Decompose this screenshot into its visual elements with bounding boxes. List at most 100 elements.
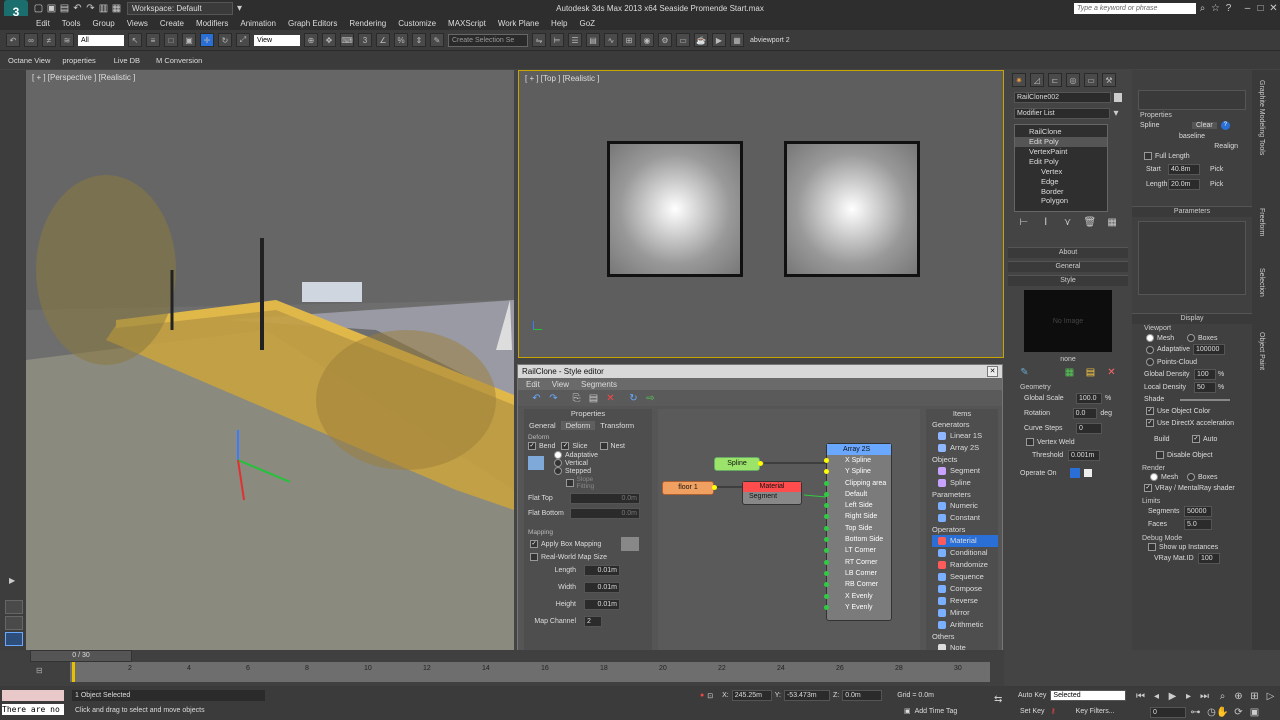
utilities-tab-icon[interactable]: ⚒: [1102, 73, 1116, 87]
viewport-layout-icon[interactable]: [5, 600, 23, 614]
auto-key-button[interactable]: Auto Key: [1018, 692, 1046, 699]
live-db-button[interactable]: Live DB: [114, 56, 140, 65]
select-by-name-icon[interactable]: ≡: [146, 33, 160, 47]
auto-checkbox[interactable]: ✓: [1192, 435, 1200, 443]
stack-item[interactable]: Vertex: [1015, 167, 1107, 177]
array-input-port[interactable]: [824, 480, 829, 486]
edit-named-selection-icon[interactable]: ✎: [430, 33, 444, 47]
array-input-port[interactable]: [824, 458, 829, 463]
general-rollout[interactable]: General: [1008, 261, 1128, 272]
material-node[interactable]: Material Segment: [742, 481, 802, 505]
top-viewport[interactable]: [ + ] [Top ] [Realistic ]: [518, 70, 1004, 358]
array-input-row[interactable]: X Spline: [824, 455, 891, 466]
configure-sets-icon[interactable]: ▦: [1106, 216, 1118, 229]
palette-item[interactable]: Compose: [932, 583, 998, 595]
remove-modifier-icon[interactable]: 🗑: [1083, 216, 1096, 229]
save-icon[interactable]: ▤: [58, 2, 71, 15]
m-conversion-button[interactable]: M Conversion: [156, 56, 202, 65]
menu-rendering[interactable]: Rendering: [349, 19, 386, 28]
maxscript-listener[interactable]: There are no: [2, 704, 64, 715]
rectangle-select-icon[interactable]: □: [164, 33, 178, 47]
viewport-layout-icon[interactable]: [5, 632, 23, 646]
undo-toolbar-icon[interactable]: ↶: [6, 33, 20, 47]
palette-item[interactable]: Array 2S: [932, 442, 998, 454]
zoom-extents-icon[interactable]: ⊞: [1248, 690, 1261, 703]
build-button[interactable]: Build: [1154, 436, 1192, 443]
undo-icon[interactable]: ↶: [530, 392, 543, 405]
operate-on-button[interactable]: [1070, 468, 1080, 478]
paste-icon[interactable]: ▤: [587, 392, 600, 405]
rotate-icon[interactable]: ↻: [218, 33, 232, 47]
track-bar-icon[interactable]: ⊟: [36, 666, 43, 675]
hold-icon[interactable]: ▥: [97, 2, 110, 15]
material-editor-icon[interactable]: ◉: [640, 33, 654, 47]
floor-node-port[interactable]: [712, 485, 717, 490]
array-input-port[interactable]: [824, 570, 829, 576]
layer-manager-icon[interactable]: ☰: [568, 33, 582, 47]
close-icon[interactable]: ✕: [1267, 2, 1280, 15]
maximize-viewport-icon[interactable]: ▣: [1248, 706, 1261, 719]
minimize-icon[interactable]: –: [1241, 2, 1254, 15]
make-unique-icon[interactable]: ⋎: [1062, 216, 1074, 229]
parameters-rollout[interactable]: Parameters: [1132, 206, 1252, 217]
maximize-icon[interactable]: □: [1254, 2, 1267, 15]
array-input-row[interactable]: X Evenly: [824, 591, 891, 602]
show-end-result-icon[interactable]: Ⅰ: [1040, 216, 1052, 229]
folder-icon[interactable]: ▤: [1084, 366, 1097, 379]
render-mesh-radio[interactable]: [1150, 473, 1158, 481]
angle-snap-icon[interactable]: ∠: [376, 33, 390, 47]
palette-item[interactable]: Constant: [932, 512, 998, 524]
hierarchy-tab-icon[interactable]: ⊏: [1048, 73, 1062, 87]
slice-checkbox[interactable]: ✓: [561, 442, 570, 450]
timeline-ruler[interactable]: 2 4 6 8 10 12 14 16 18 20 22 24 26 28 30: [70, 662, 990, 682]
copy-icon[interactable]: ⎘: [570, 392, 583, 405]
editor-menu-edit[interactable]: Edit: [526, 380, 540, 389]
render-boxes-radio[interactable]: [1187, 473, 1195, 481]
refresh-icon[interactable]: ↻: [627, 392, 640, 405]
map-channel-field[interactable]: 2: [584, 616, 602, 627]
map-width-field[interactable]: 0.01m: [584, 582, 620, 593]
tab-transform[interactable]: Transform: [595, 421, 639, 430]
palette-item[interactable]: Spline: [932, 477, 998, 489]
array-input-row[interactable]: Clipping area: [824, 478, 891, 489]
boxes-radio[interactable]: [1187, 334, 1195, 342]
ribbon-tab-selection[interactable]: Selection: [1258, 268, 1265, 297]
vray-shader-checkbox[interactable]: ✓: [1144, 484, 1152, 492]
current-frame-field[interactable]: 0: [1150, 707, 1186, 718]
array-input-row[interactable]: RB Corner: [824, 579, 891, 590]
array-input-row[interactable]: Left Side: [824, 500, 891, 511]
style-rollout[interactable]: Style: [1008, 275, 1128, 286]
percent-snap-icon[interactable]: %: [394, 33, 408, 47]
align-icon[interactable]: ⊨: [550, 33, 564, 47]
threshold-field[interactable]: 0.001m: [1068, 450, 1100, 461]
manipulate-icon[interactable]: ✥: [322, 33, 336, 47]
array-input-row[interactable]: RT Corner: [824, 557, 891, 568]
bind-space-warp-icon[interactable]: ≋: [60, 33, 74, 47]
menu-goz[interactable]: GoZ: [580, 19, 596, 28]
spinner-snap-icon[interactable]: ⇕: [412, 33, 426, 47]
snap-icon[interactable]: 3: [358, 33, 372, 47]
go-to-start-icon[interactable]: ⏮: [1134, 690, 1147, 703]
adaptative-radio[interactable]: [1146, 345, 1154, 354]
pin-stack-icon[interactable]: ⊢: [1018, 216, 1030, 229]
menu-modifiers[interactable]: Modifiers: [196, 19, 228, 28]
palette-item[interactable]: Conditional: [932, 547, 998, 559]
previous-frame-icon[interactable]: ◂: [1150, 690, 1163, 703]
menu-tools[interactable]: Tools: [62, 19, 81, 28]
menu-customize[interactable]: Customize: [398, 19, 436, 28]
faces-field[interactable]: 5.0: [1184, 519, 1212, 530]
mirror-icon[interactable]: ⇋: [532, 33, 546, 47]
delete-icon[interactable]: ✕: [604, 392, 617, 405]
delete-icon[interactable]: ✕: [1105, 366, 1118, 379]
key-selection-dropdown[interactable]: Selected: [1050, 690, 1127, 701]
vertex-weld-checkbox[interactable]: [1026, 438, 1034, 446]
real-world-map-size-checkbox[interactable]: [530, 553, 538, 561]
menu-views[interactable]: Views: [127, 19, 148, 28]
flat-bottom-field[interactable]: 0.0m: [570, 508, 640, 519]
global-density-field[interactable]: 100: [1194, 369, 1216, 380]
object-color-swatch[interactable]: [1113, 93, 1122, 102]
zoom-icon[interactable]: ⌕: [1216, 690, 1229, 703]
array-input-row[interactable]: Right Side: [824, 511, 891, 522]
search-input[interactable]: Type a keyword or phrase: [1074, 2, 1196, 14]
use-object-color-checkbox[interactable]: ✓: [1146, 407, 1154, 415]
